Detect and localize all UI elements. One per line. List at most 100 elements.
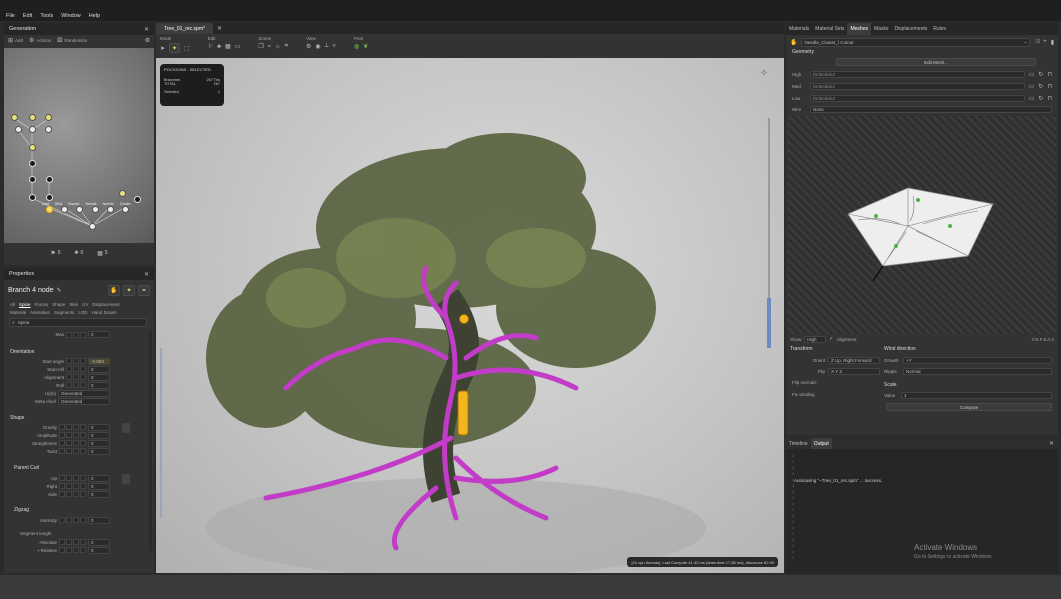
hand-icon[interactable]: ✋ (108, 284, 120, 296)
folder-icon[interactable]: ▭ (1029, 95, 1035, 102)
node-cluster[interactable] (122, 206, 129, 213)
reload-icon[interactable]: ↻ (1038, 83, 1043, 90)
wire-select[interactable]: None (810, 105, 1052, 113)
node-leaf-5[interactable] (119, 190, 126, 197)
camera-icon[interactable]: ⌗ (285, 43, 288, 50)
tab-masks[interactable]: Masks (871, 23, 891, 35)
mesh-preview[interactable] (788, 116, 1056, 334)
node-leaf-4[interactable] (29, 144, 36, 151)
node-stick-3[interactable] (45, 126, 52, 133)
start-angle-field[interactable]: -0.993 (88, 357, 110, 365)
tab-output[interactable]: Output (810, 438, 832, 449)
tab-lod[interactable]: LOD (78, 310, 87, 315)
link-icon[interactable]: ⚭ (138, 284, 150, 296)
tab-materials[interactable]: Materials (786, 23, 812, 35)
compute-button[interactable]: Compute (886, 403, 1052, 411)
flip-select[interactable]: X Y Z (828, 368, 880, 375)
menu-tools[interactable]: Tools (40, 13, 53, 19)
wind-icon[interactable]: ≈ (268, 44, 271, 50)
fix-winding-checkbox[interactable]: Fix winding (792, 392, 815, 397)
tab-forces[interactable]: Forces (35, 302, 49, 307)
node-branch-selected[interactable] (46, 206, 53, 213)
settings-icon[interactable]: ⚙ (145, 37, 150, 44)
node-mode-icon[interactable]: ✦ (169, 43, 181, 53)
menu-edit[interactable]: Edit (23, 13, 32, 19)
randomize-button[interactable]: ⚄ Randomize (57, 37, 87, 44)
close-icon[interactable]: ✕ (217, 25, 222, 32)
select-icon[interactable]: ⬚ (184, 45, 190, 52)
tab-uv[interactable]: UV (82, 302, 88, 307)
folder-icon[interactable]: ▭ (1029, 83, 1035, 90)
node-needle-4[interactable] (107, 206, 114, 213)
menu-file[interactable]: File (6, 13, 15, 19)
node-needle-2[interactable] (76, 206, 83, 213)
growth-select[interactable]: +Y (903, 357, 1052, 364)
low-field[interactable]: Embedded (810, 94, 1025, 102)
actions-button[interactable]: ⚙ Actions (29, 37, 51, 44)
tab-shape[interactable]: Shape (52, 302, 65, 307)
palette-icon[interactable]: ◍ (354, 43, 359, 50)
node-branch-5[interactable] (46, 194, 53, 201)
delete-icon[interactable]: ▮ (1051, 39, 1054, 46)
edit-mesh-button[interactable]: Edit Mesh... (836, 58, 1036, 66)
3d-viewport[interactable]: POLYGONS - SELECTED Branches 267 Tris TOT… (156, 58, 784, 573)
tab-displacement[interactable]: Displacement (92, 302, 119, 307)
node-branch-4[interactable] (29, 194, 36, 201)
curve-button[interactable] (122, 423, 130, 433)
tab-spine[interactable]: Spine (19, 302, 31, 307)
reload-icon[interactable]: ↻ (1038, 95, 1043, 102)
cube-icon[interactable]: ❒ (258, 43, 263, 50)
edit-icon[interactable]: ✎ (57, 287, 62, 294)
reload-icon[interactable]: ↻ (1038, 71, 1043, 78)
node-branch-1[interactable] (29, 160, 36, 167)
node-branch-6[interactable] (134, 196, 141, 203)
menu-help[interactable]: Help (89, 13, 100, 19)
lock-icon[interactable]: ⊓ (1047, 95, 1052, 102)
properties-scrollbar[interactable] (149, 331, 152, 551)
tab-material[interactable]: Material (10, 310, 26, 315)
node-stick-1[interactable] (15, 126, 22, 133)
leaf-icon[interactable]: ❦ (363, 43, 368, 50)
document-tab[interactable]: Tree_01_rec.spm* (156, 23, 213, 34)
show-select[interactable]: High (804, 335, 827, 343)
properties-search[interactable]: ⌕ Spine (9, 318, 147, 327)
grid-icon[interactable]: ▦ (225, 43, 231, 50)
node-graph[interactable]: Leaf Stick Branch Needle Needle Cluster (4, 48, 154, 243)
node-stick-2[interactable] (29, 126, 36, 133)
node-branch-2[interactable] (29, 176, 36, 183)
close-icon[interactable]: ✕ (144, 26, 149, 33)
high-field[interactable]: Embedded (810, 70, 1025, 78)
tab-displacements[interactable]: Displacements (891, 23, 930, 35)
curve-button[interactable] (122, 474, 130, 484)
orient-select[interactable]: Z Up, Right Forward (828, 357, 880, 364)
film-icon[interactable]: ▭ (235, 43, 241, 50)
meta-churl-select[interactable]: Generated (58, 397, 110, 405)
generate-icon[interactable]: ⚐ (208, 43, 213, 50)
alignment-check[interactable]: ✓ (829, 336, 833, 342)
axis-gizmo[interactable]: ✧ (760, 68, 774, 82)
trees-icon[interactable]: ♣ (217, 44, 221, 50)
tab-meshes[interactable]: Meshes (847, 23, 871, 35)
node-leaf-3[interactable] (45, 114, 52, 121)
close-icon[interactable]: ✕ (144, 271, 149, 278)
hand-icon[interactable]: ✋ (790, 39, 797, 46)
up-select[interactable]: Generated (58, 389, 110, 397)
mesh-select[interactable]: Needle_Cluster_l Cutout ⌄ (801, 37, 1031, 47)
shuffle-icon[interactable]: ⤨ (1034, 39, 1039, 46)
pointer-icon[interactable]: ➤ (160, 45, 165, 52)
eye-icon[interactable]: ◉ (315, 43, 320, 50)
left-slider[interactable] (160, 348, 162, 518)
node-root[interactable] (89, 223, 96, 230)
close-icon[interactable]: ✕ (1049, 440, 1054, 447)
branch-handle[interactable] (457, 390, 469, 436)
sun-icon[interactable]: ☼ (275, 44, 281, 50)
ruler-icon[interactable]: ⟂ (325, 43, 329, 50)
properties-scroll[interactable]: Max 0 Orientation Start angle -0.993 Star… (4, 331, 154, 561)
output-log[interactable]: 111111111111111111 Autosaving "~Tree_01_… (786, 449, 1058, 573)
tab-all[interactable]: All (10, 302, 15, 307)
lock-icon[interactable]: ⊓ (1047, 71, 1052, 78)
view-settings-icon[interactable]: ⚙ (306, 43, 311, 50)
tab-animation[interactable]: Animation (30, 310, 50, 315)
med-field[interactable]: Embedded (810, 82, 1025, 90)
folder-icon[interactable]: ▭ (1029, 71, 1035, 78)
